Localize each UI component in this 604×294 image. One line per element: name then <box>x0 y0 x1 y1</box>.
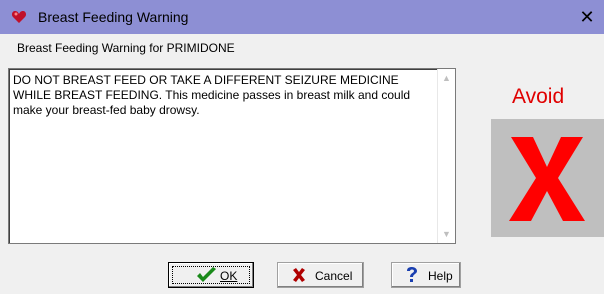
x-icon <box>293 268 305 282</box>
red-x-icon <box>509 137 585 221</box>
scroll-down-icon[interactable]: ▼ <box>442 229 451 239</box>
help-button[interactable]: Help <box>391 262 461 288</box>
close-button[interactable]: ✕ <box>570 0 604 34</box>
warning-subheader: Breast Feeding Warning for PRIMIDONE <box>17 41 235 55</box>
window-title: Breast Feeding Warning <box>38 9 189 25</box>
help-label: Help <box>428 269 453 283</box>
question-icon <box>407 267 417 282</box>
checkmark-icon <box>197 267 216 282</box>
scroll-up-icon[interactable]: ▲ <box>442 73 451 83</box>
title-bar: Breast Feeding Warning ✕ <box>0 0 604 34</box>
avoid-label: Avoid <box>512 85 565 108</box>
cancel-button[interactable]: Cancel <box>277 262 364 288</box>
vertical-scrollbar[interactable]: ▲ ▼ <box>437 69 455 243</box>
ok-button[interactable]: OK <box>168 262 254 288</box>
avoid-panel <box>491 119 604 237</box>
cancel-label: Cancel <box>315 269 353 283</box>
heart-icon <box>11 11 27 23</box>
ok-label: OK <box>220 269 238 283</box>
close-icon: ✕ <box>579 7 595 27</box>
warning-message: DO NOT BREAST FEED OR TAKE A DIFFERENT S… <box>13 73 411 117</box>
warning-text-box[interactable]: DO NOT BREAST FEED OR TAKE A DIFFERENT S… <box>8 68 456 244</box>
